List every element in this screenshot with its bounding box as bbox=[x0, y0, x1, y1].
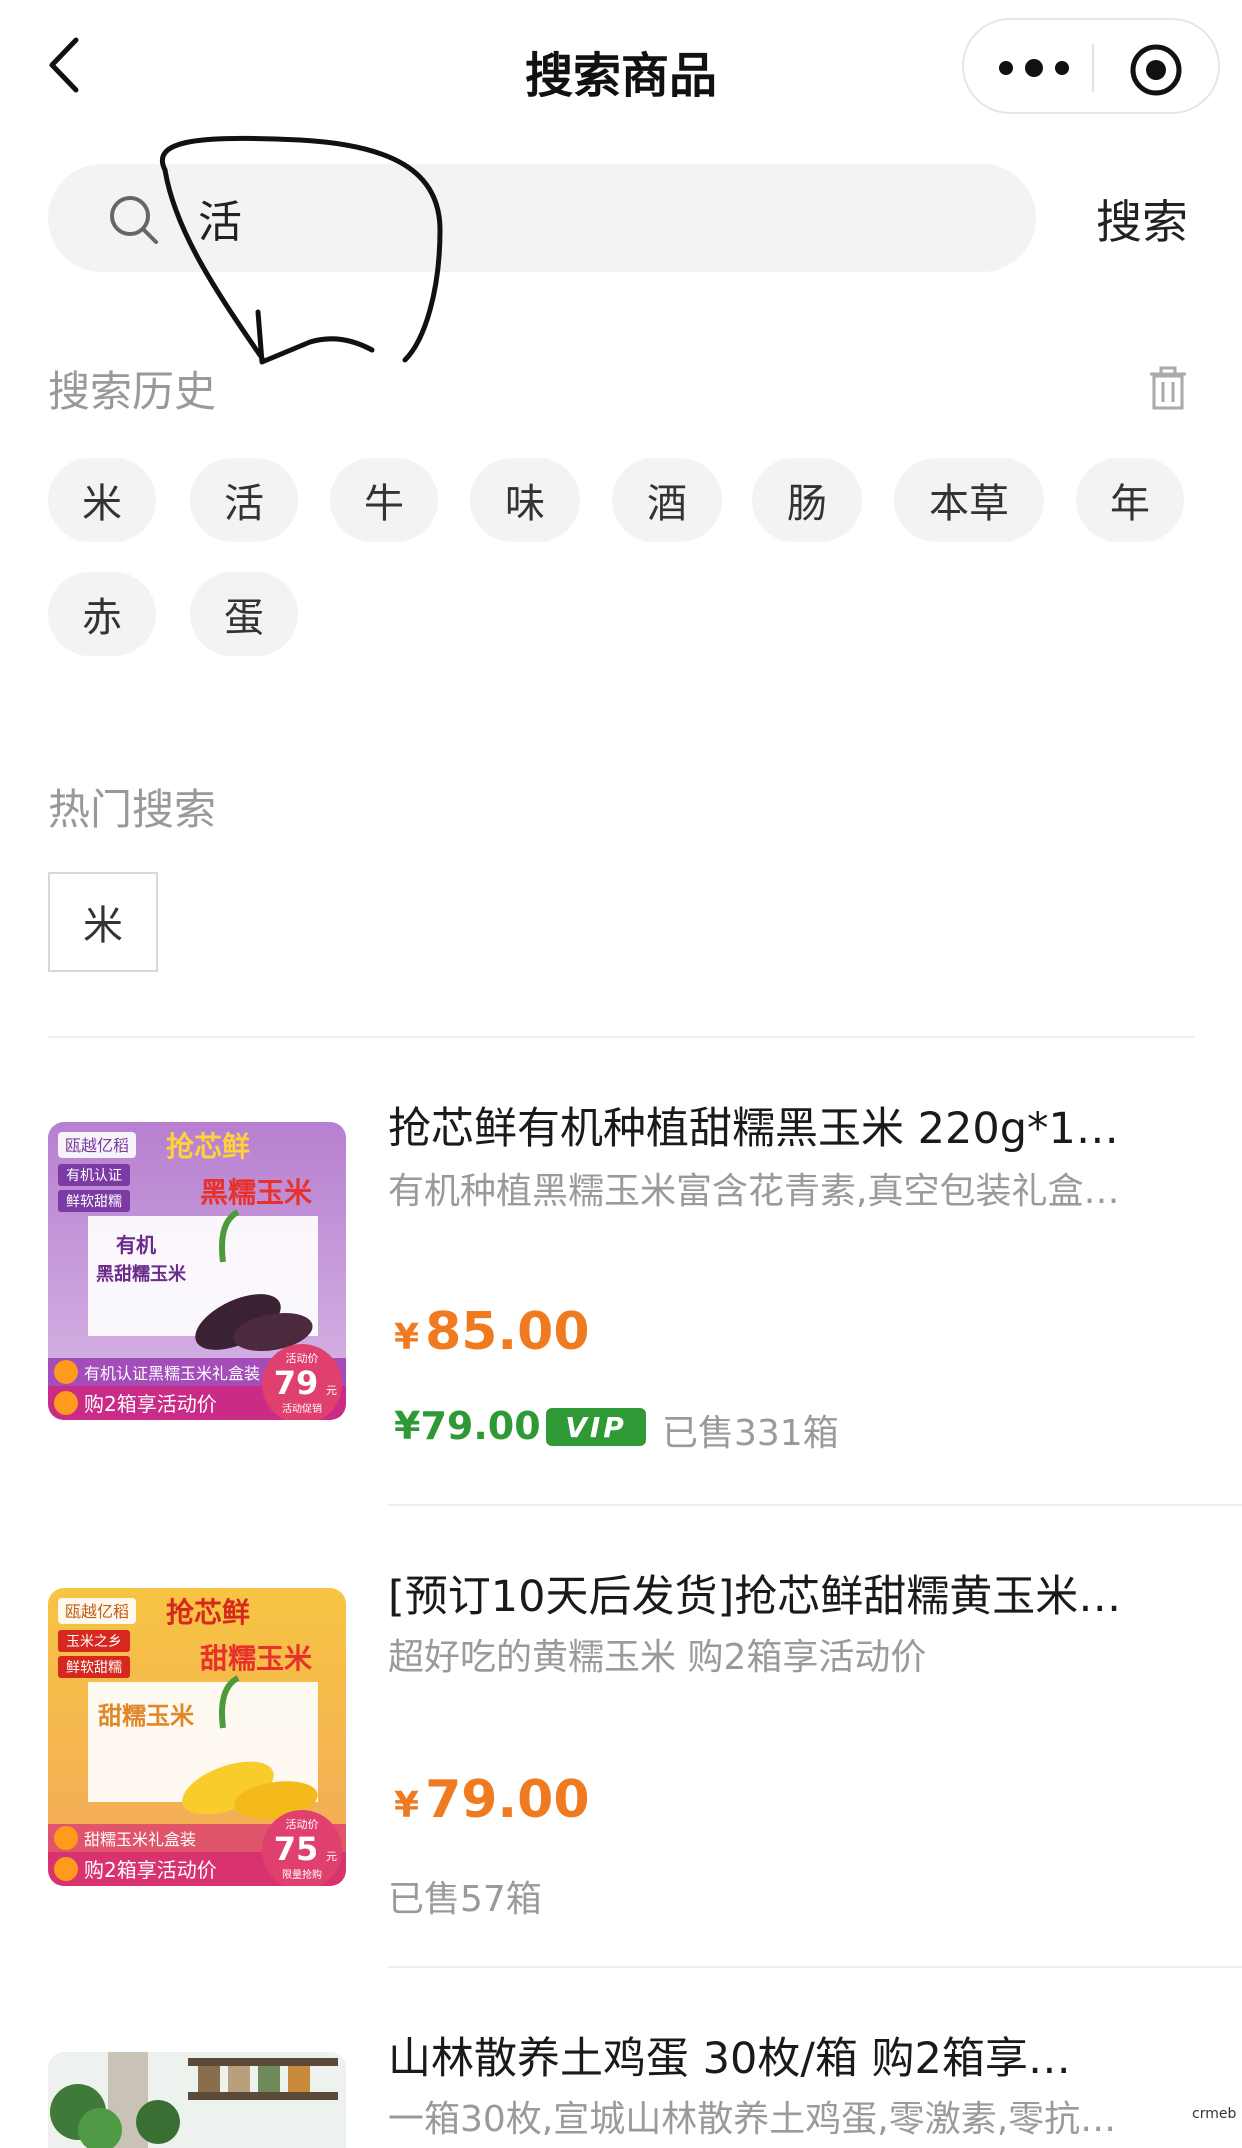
product-thumbnail[interactable] bbox=[48, 2052, 346, 2148]
search-button[interactable]: 搜索 bbox=[1096, 186, 1188, 252]
product-thumbnail[interactable]: 瓯越亿稻 抢芯鲜 玉米之乡 鲜软甜糯 甜糯玉米 甜糯玉米 甜糯玉米礼盒装 购2箱… bbox=[48, 1588, 346, 1886]
svg-text:甜糯玉米: 甜糯玉米 bbox=[200, 1642, 312, 1675]
history-chip[interactable]: 牛 bbox=[330, 458, 438, 542]
svg-text:抢芯鲜: 抢芯鲜 bbox=[166, 1130, 250, 1163]
svg-text:有机认证黑糯玉米礼盒装: 有机认证黑糯玉米礼盒装 bbox=[84, 1364, 260, 1383]
history-chip[interactable]: 蛋 bbox=[190, 572, 298, 656]
divider bbox=[48, 1036, 1194, 1038]
history-chip[interactable]: 赤 bbox=[48, 572, 156, 656]
sold-count: 已售331箱 bbox=[662, 1413, 839, 1454]
svg-text:甜糯玉米: 甜糯玉米 bbox=[98, 1702, 194, 1730]
svg-text:瓯越亿稻: 瓯越亿稻 bbox=[65, 1602, 129, 1621]
product-image-black-corn: 瓯越亿稻 抢芯鲜 有机认证 鲜软甜糯 黑糯玉米 有机 黑甜糯玉米 有机认证黑糯玉… bbox=[48, 1122, 346, 1420]
sold-count: 已售57箱 bbox=[388, 1879, 542, 1920]
product-subtitle: 一箱30枚,宣城山林散养土鸡蛋,零激素,零抗… bbox=[388, 2099, 1117, 2140]
svg-text:购2箱享活动价: 购2箱享活动价 bbox=[84, 1858, 217, 1882]
search-input[interactable] bbox=[198, 190, 998, 246]
search-icon bbox=[110, 196, 158, 244]
product-image-eggs-shelf bbox=[48, 2052, 346, 2148]
vip-badge: VIP bbox=[546, 1408, 646, 1446]
history-chip[interactable]: 活 bbox=[190, 458, 298, 542]
svg-text:元: 元 bbox=[326, 1384, 337, 1397]
product-title[interactable]: 抢芯鲜有机种植甜糯黑玉米 220g*1… bbox=[388, 1094, 1194, 1156]
hot-search-chip[interactable]: 米 bbox=[48, 872, 158, 972]
svg-text:抢芯鲜: 抢芯鲜 bbox=[166, 1596, 250, 1629]
svg-text:黑糯玉米: 黑糯玉米 bbox=[200, 1176, 312, 1209]
history-chip[interactable]: 酒 bbox=[612, 458, 722, 542]
history-title: 搜索历史 bbox=[48, 367, 217, 416]
product-image-yellow-corn: 瓯越亿稻 抢芯鲜 玉米之乡 鲜软甜糯 甜糯玉米 甜糯玉米 甜糯玉米礼盒装 购2箱… bbox=[48, 1588, 346, 1886]
svg-text:甜糯玉米礼盒装: 甜糯玉米礼盒装 bbox=[84, 1830, 196, 1849]
close-target-icon[interactable] bbox=[1128, 42, 1184, 98]
svg-text:79: 79 bbox=[274, 1364, 319, 1402]
svg-text:限量抢购: 限量抢购 bbox=[282, 1868, 322, 1881]
history-chip[interactable]: 年 bbox=[1076, 458, 1184, 542]
svg-text:黑甜糯玉米: 黑甜糯玉米 bbox=[96, 1263, 187, 1285]
capsule-divider bbox=[1092, 44, 1094, 92]
currency-symbol: ¥ bbox=[394, 1785, 420, 1826]
product-price: ¥85.00 bbox=[394, 1302, 590, 1362]
product-subtitle: 有机种植黑糯玉米富含花青素,真空包装礼盒… bbox=[388, 1171, 1120, 1212]
currency-symbol: ¥ bbox=[394, 1317, 420, 1358]
price-value: 85.00 bbox=[425, 1302, 590, 1362]
svg-text:活动促销: 活动促销 bbox=[282, 1402, 322, 1415]
hot-search-title: 热门搜索 bbox=[48, 785, 217, 834]
product-price: ¥79.00 bbox=[394, 1770, 590, 1830]
product-thumbnail[interactable]: 瓯越亿稻 抢芯鲜 有机认证 鲜软甜糯 黑糯玉米 有机 黑甜糯玉米 有机认证黑糯玉… bbox=[48, 1122, 346, 1420]
more-dots-icon[interactable] bbox=[994, 44, 1074, 92]
svg-text:瓯越亿稻: 瓯越亿稻 bbox=[65, 1136, 129, 1155]
watermark: crmeb bbox=[1192, 2106, 1237, 2122]
svg-text:鲜软甜糯: 鲜软甜糯 bbox=[66, 1194, 122, 1210]
svg-text:鲜软甜糯: 鲜软甜糯 bbox=[66, 1660, 122, 1676]
svg-text:元: 元 bbox=[326, 1850, 337, 1863]
history-chip[interactable]: 本草 bbox=[894, 458, 1044, 542]
svg-text:玉米之乡: 玉米之乡 bbox=[66, 1634, 122, 1650]
history-chip[interactable]: 味 bbox=[470, 458, 580, 542]
search-box[interactable] bbox=[48, 164, 1036, 272]
history-chip[interactable]: 肠 bbox=[752, 458, 862, 542]
history-chip[interactable]: 米 bbox=[48, 458, 156, 542]
svg-text:75: 75 bbox=[274, 1830, 319, 1868]
nav-bar: 搜索商品 bbox=[0, 0, 1242, 140]
price-value: 79.00 bbox=[425, 1770, 590, 1830]
vip-price: ¥79.00 bbox=[394, 1404, 541, 1448]
svg-text:购2箱享活动价: 购2箱享活动价 bbox=[84, 1392, 217, 1416]
product-subtitle: 超好吃的黄糯玉米 购2箱享活动价 bbox=[388, 1637, 927, 1678]
mini-program-capsule bbox=[962, 18, 1220, 114]
trash-icon[interactable] bbox=[1148, 366, 1188, 410]
product-title[interactable]: 山林散养土鸡蛋 30枚/箱 购2箱享… bbox=[388, 2024, 1194, 2086]
product-title[interactable]: [预订10天后发货]抢芯鲜甜糯黄玉米… bbox=[388, 1562, 1194, 1624]
svg-text:有机: 有机 bbox=[116, 1233, 156, 1257]
divider bbox=[388, 1504, 1242, 1506]
divider bbox=[388, 1966, 1242, 1968]
svg-text:有机认证: 有机认证 bbox=[66, 1168, 122, 1184]
